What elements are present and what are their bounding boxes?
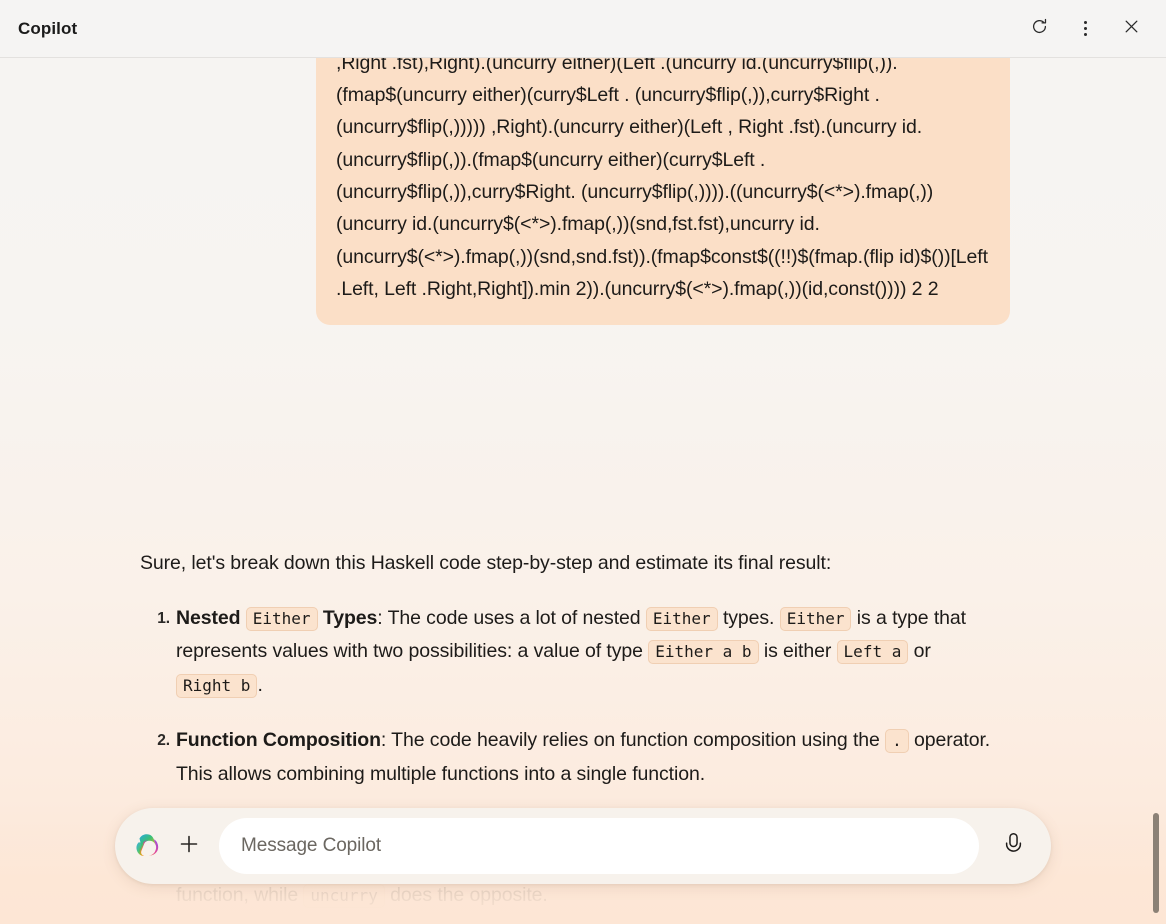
microphone-icon (1001, 831, 1026, 861)
scrollbar-thumb[interactable] (1153, 813, 1159, 913)
step-text: or (908, 640, 931, 662)
copilot-logo-icon (131, 829, 165, 863)
step-title: Types (317, 606, 378, 629)
step-text: is either (758, 640, 837, 662)
more-options-button[interactable] (1064, 10, 1106, 48)
more-vertical-icon (1083, 21, 1087, 36)
close-button[interactable] (1110, 10, 1152, 48)
refresh-icon (1030, 17, 1049, 41)
voice-input-button[interactable] (989, 822, 1037, 870)
message-input[interactable] (219, 818, 979, 874)
inline-code: Left a (836, 640, 909, 664)
user-message-code-block: ((uncurry either)(Left .Left .Left .Left… (316, 58, 1010, 326)
refresh-button[interactable] (1018, 10, 1060, 48)
step-text: types. (717, 606, 780, 629)
close-icon (1122, 17, 1141, 41)
assistant-intro: Sure, let's break down this Haskell code… (140, 552, 832, 574)
conversation: ((uncurry either)(Left .Left .Left .Left… (0, 58, 1166, 924)
inline-code: Right b (176, 673, 258, 698)
titlebar: Copilot (0, 0, 1166, 58)
composer (115, 808, 1051, 884)
conversation-scroll-area[interactable]: ((uncurry either)(Left .Left .Left .Left… (0, 58, 1166, 924)
step-text: does the opposite. (384, 884, 548, 906)
step-text: . (257, 673, 263, 696)
step-title: Nested (176, 606, 246, 629)
titlebar-actions (1018, 10, 1152, 48)
step-title: Function Composition (176, 729, 381, 751)
inline-code: . (885, 729, 909, 753)
plus-icon (177, 832, 201, 861)
copilot-window: Copilot ,Right .fst),Right).(uncurry eit… (0, 0, 1166, 924)
app-title: Copilot (18, 18, 78, 38)
inline-code: Either (779, 606, 852, 631)
step-text: : The code heavily relies on function co… (380, 729, 886, 751)
vertical-scrollbar[interactable] (1152, 58, 1160, 924)
list-item: Nested Either Types: The code uses a lot… (146, 602, 1012, 703)
list-item: Function Composition: The code heavily r… (146, 724, 1012, 790)
add-attachment-button[interactable] (167, 824, 211, 868)
inline-code: Either (245, 606, 318, 631)
step-text: : The code uses a lot of nested (377, 606, 646, 629)
inline-code: Either a b (648, 640, 759, 664)
inline-code: uncurry (303, 884, 385, 908)
inline-code: Either (645, 606, 718, 631)
